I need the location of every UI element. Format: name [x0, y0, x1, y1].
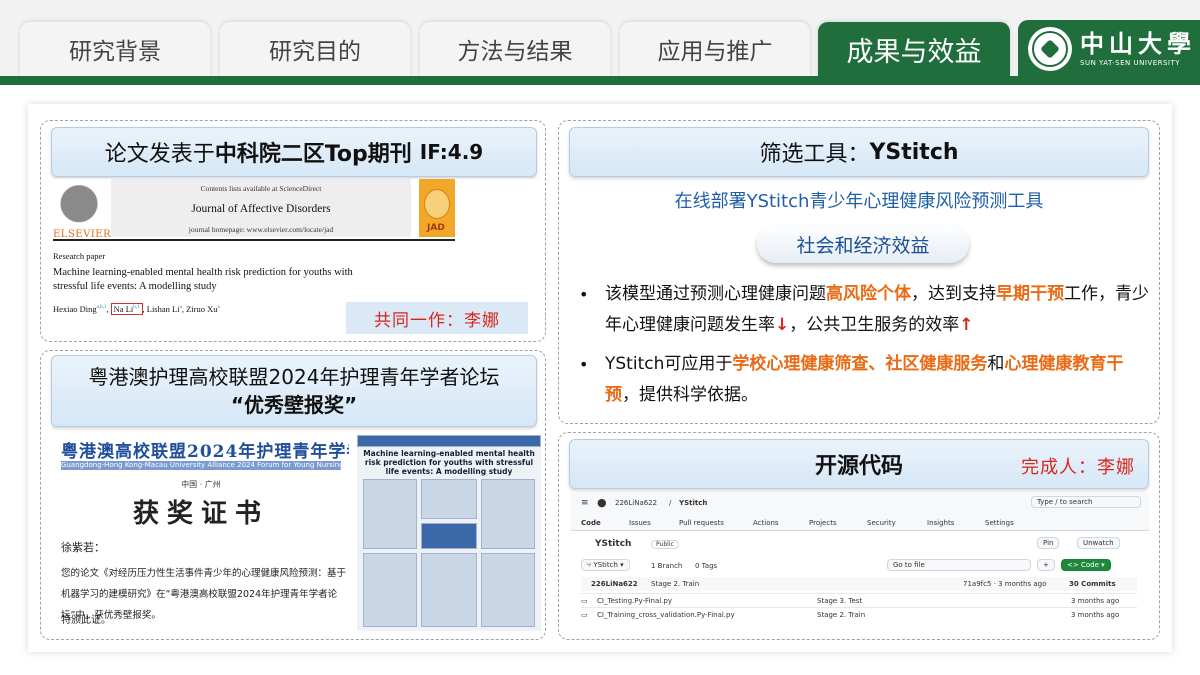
- tags-count[interactable]: 0 Tags: [695, 562, 717, 570]
- tab-achievements[interactable]: 成果与效益: [818, 22, 1010, 76]
- award-title: 粤港澳护理高校联盟2024年护理青年学者论坛 “优秀壁报奖”: [51, 355, 537, 427]
- table-row[interactable]: ▭ CI_Training_cross_validation.Py-Final.…: [581, 607, 1137, 621]
- visibility-badge: Public: [651, 540, 679, 549]
- list-item: • YStitch可应用于学校心理健康筛查、社区健康服务和心理健康教育干预，提供…: [579, 354, 1124, 405]
- tab-purpose[interactable]: 研究目的: [220, 22, 410, 76]
- paper-title: 论文发表于 中科院二区Top期刊 IF:4.9: [51, 127, 537, 177]
- search-input[interactable]: Type / to search: [1031, 496, 1141, 508]
- benefit-list: • 该模型通过预测心理健康问题高风险个体，达到支持早期干预工作，青少年心理健康问…: [573, 279, 1153, 419]
- file-icon: ▭: [581, 597, 588, 605]
- github-screenshot: ≡ ● 226LiNa622 / YStitch Type / to searc…: [571, 493, 1149, 633]
- tab-label: 成果与效益: [846, 36, 982, 68]
- paper-frame: 论文发表于 中科院二区Top期刊 IF:4.9 ELSEVIER Contents …: [40, 120, 546, 342]
- repo-name: YStitch: [595, 539, 632, 549]
- code-frame: 开源代码 完成人：李娜 ≡ ● 226LiNa622 / YStitch Typ…: [558, 432, 1160, 640]
- file-name[interactable]: CI_Testing.Py-Final.py: [597, 597, 672, 605]
- paper-title-line: stressful life events: A modelling study: [53, 281, 217, 292]
- paper-type: Research paper: [53, 251, 106, 261]
- tab-issues[interactable]: Issues: [629, 519, 651, 527]
- branches-count[interactable]: 1 Branch: [651, 562, 682, 570]
- commit-message[interactable]: Stage 2. Train: [651, 580, 699, 588]
- tab-label: 方法与结果: [457, 39, 573, 65]
- tool-frame: 筛选工具： YStitch 在线部署YStitch青少年心理健康风险预测工具 社会…: [558, 120, 1160, 424]
- author-list: Hexiao Dinga,b,1, Na Lib,1, Lishan Lia, …: [53, 303, 220, 315]
- file-time: 3 months ago: [1071, 597, 1120, 605]
- tab-actions[interactable]: Actions: [753, 519, 779, 527]
- tool-title: 筛选工具： YStitch: [569, 127, 1149, 177]
- tab-pull-requests[interactable]: Pull requests: [679, 519, 724, 527]
- tab-code[interactable]: Code: [581, 519, 601, 527]
- university-logo: 中山大學 SUN YAT-SEN UNIVERSITY: [1018, 20, 1200, 78]
- tab-label: 研究目的: [269, 39, 361, 65]
- arrow-up-icon: ↑: [959, 315, 974, 335]
- file-commit[interactable]: Stage 3. Test: [817, 597, 862, 605]
- journal-cover: JAD: [419, 179, 455, 237]
- add-file-button[interactable]: +: [1037, 559, 1055, 571]
- content-panel: 论文发表于 中科院二区Top期刊 IF:4.9 ELSEVIER Contents …: [28, 104, 1172, 652]
- list-item: • 该模型通过预测心理健康问题高风险个体，达到支持早期干预工作，青少年心理健康问…: [579, 284, 1149, 335]
- go-to-file-input[interactable]: Go to file: [887, 559, 1031, 571]
- tab-label: 研究背景: [69, 39, 161, 65]
- logo-cn: 中山大學: [1080, 29, 1196, 58]
- tab-security[interactable]: Security: [867, 519, 896, 527]
- benefit-pill: 社会和经济效益: [757, 225, 969, 263]
- commit-user[interactable]: 226LiNa622: [591, 580, 638, 588]
- repo-owner[interactable]: 226LiNa622: [615, 499, 657, 507]
- pin-button[interactable]: Pin: [1037, 537, 1060, 549]
- coauthor-badge: 共同一作：李娜: [346, 302, 528, 334]
- logo-en: SUN YAT-SEN UNIVERSITY: [1080, 59, 1181, 67]
- arrow-down-icon: ↓: [775, 315, 790, 335]
- file-time: 3 months ago: [1071, 611, 1120, 619]
- award-frame: 粤港澳护理高校联盟2024年护理青年学者论坛 “优秀壁报奖” 粤港澳高校联盟20…: [40, 350, 546, 640]
- highlighted-author: Na Lib,1: [110, 303, 143, 315]
- elsevier-tree-icon: [53, 183, 105, 229]
- code-author: 完成人：李娜: [1021, 457, 1135, 478]
- file-name[interactable]: CI_Training_cross_validation.Py-Final.py: [597, 611, 735, 619]
- award-poster: Machine learning-enabled mental health r…: [357, 435, 541, 631]
- tab-label: 应用与推广: [657, 39, 773, 65]
- paper-title-line: Machine learning-enabled mental health r…: [53, 267, 353, 278]
- contents-line: Contents lists available at ScienceDirec…: [200, 184, 322, 193]
- file-icon: ▭: [581, 611, 588, 619]
- unwatch-button[interactable]: Unwatch: [1077, 537, 1120, 549]
- github-icon: ●: [597, 496, 607, 509]
- top-nav: 研究背景 研究目的 方法与结果 应用与推广 成果与效益 中山大學 SUN YAT…: [0, 0, 1200, 85]
- tab-application[interactable]: 应用与推广: [620, 22, 810, 76]
- tab-projects[interactable]: Projects: [809, 519, 837, 527]
- seal-icon: [1028, 27, 1072, 71]
- tool-subtitle: 在线部署YStitch青少年心理健康风险预测工具: [674, 191, 1044, 212]
- file-commit[interactable]: Stage 2. Train: [817, 611, 865, 619]
- commit-hash[interactable]: 71a9fc5 · 3 months ago: [963, 580, 1046, 588]
- menu-icon[interactable]: ≡: [581, 498, 589, 508]
- code-button[interactable]: <> Code ▾: [1061, 559, 1111, 571]
- award-certificate: 粤港澳高校联盟2024年护理青年学者论坛 Guangdong-Hong Kong…: [53, 435, 349, 631]
- table-row[interactable]: ▭ CI_Testing.Py-Final.py Stage 3. Test 3…: [581, 593, 1137, 607]
- branch-select[interactable]: ⑂ YStitch ▾: [581, 559, 630, 571]
- tab-settings[interactable]: Settings: [985, 519, 1014, 527]
- journal-homepage: journal homepage: www.elsevier.com/locat…: [188, 225, 334, 234]
- commits-count[interactable]: 30 Commits: [1069, 580, 1116, 588]
- repo-link[interactable]: YStitch: [679, 499, 707, 507]
- tab-insights[interactable]: Insights: [927, 519, 954, 527]
- tab-background[interactable]: 研究背景: [20, 22, 210, 76]
- journal-name: Journal of Affective Disorders: [191, 203, 331, 215]
- tab-methods-results[interactable]: 方法与结果: [420, 22, 610, 76]
